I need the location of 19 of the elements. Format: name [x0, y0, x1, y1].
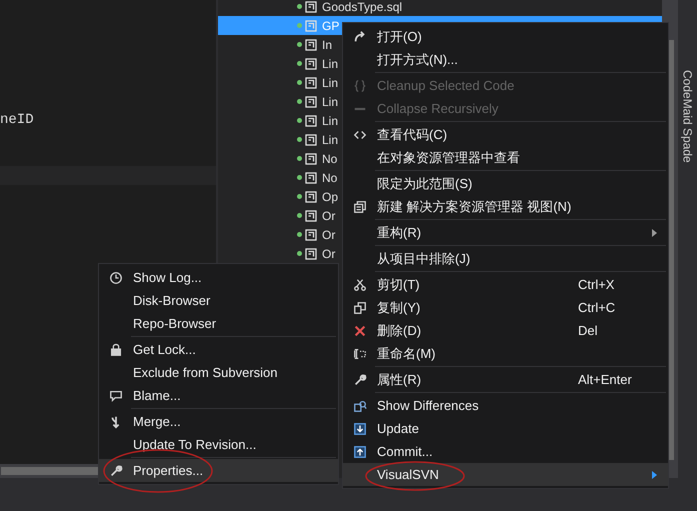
- file-name: Lin: [322, 94, 338, 108]
- file-name: Or: [322, 208, 336, 222]
- shortcut-text: Del: [578, 322, 599, 340]
- file-name: No: [322, 152, 338, 166]
- file-name: GP: [322, 18, 340, 32]
- file-name: GoodsType.sql: [322, 0, 402, 14]
- file-name: Or: [322, 246, 336, 260]
- file-name: No: [322, 170, 338, 184]
- file-name: Lin: [322, 132, 338, 146]
- file-name: Or: [322, 228, 336, 242]
- file-name: Lin: [322, 56, 338, 70]
- file-name: In: [322, 38, 332, 52]
- shortcut-text: Alt+Enter: [578, 370, 633, 389]
- file-name: Lin: [322, 76, 338, 90]
- shortcut-text: Ctrl+C: [578, 298, 616, 317]
- file-name: Op: [322, 190, 338, 204]
- code-text: neID: [0, 112, 34, 128]
- file-name: Lin: [322, 114, 338, 128]
- shortcut-text: Ctrl+X: [578, 276, 616, 294]
